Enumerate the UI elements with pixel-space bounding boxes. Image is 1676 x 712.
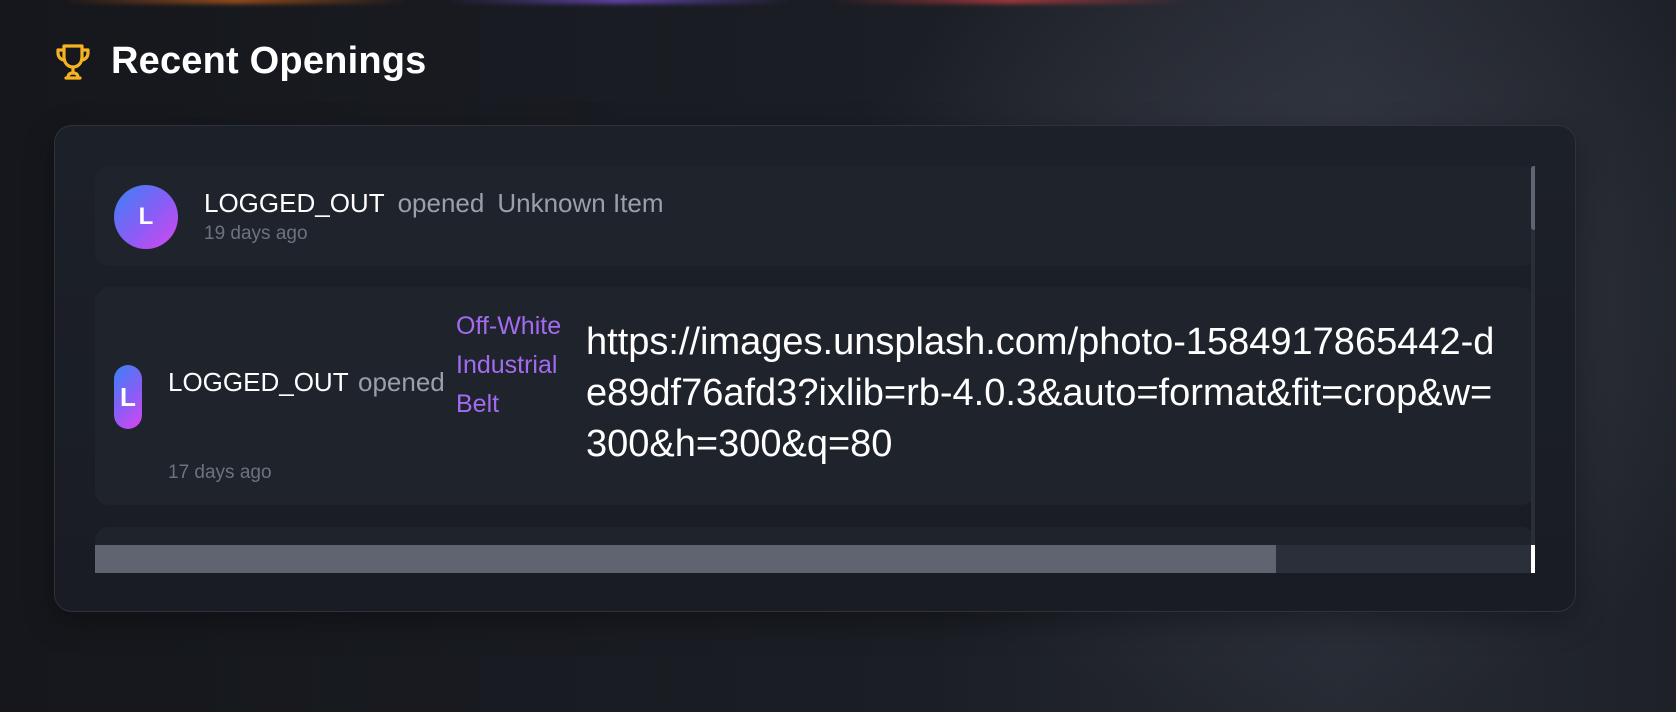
vertical-scrollbar-thumb[interactable] xyxy=(1531,166,1535,230)
trophy-icon xyxy=(56,43,90,80)
page: Recent Openings L LOGGED_OUT opened Unkn… xyxy=(0,0,1676,712)
horizontal-scrollbar-thumb[interactable] xyxy=(95,545,1276,573)
vertical-scrollbar[interactable] xyxy=(1531,166,1535,573)
opening-summary: LOGGED_OUT opened Unknown Item xyxy=(204,188,664,219)
item-image-alt-text: https://images.unsplash.com/photo-158491… xyxy=(586,321,1495,465)
user-name[interactable]: LOGGED_OUT xyxy=(168,367,349,398)
section-header: Recent Openings xyxy=(55,40,427,83)
item-name[interactable]: Off-White Industrial Belt xyxy=(456,307,566,424)
top-card-accent-red xyxy=(830,0,1190,4)
opening-row[interactable]: L LOGGED_OUT opened Off-White Industrial… xyxy=(95,287,1535,505)
avatar: L xyxy=(114,185,178,249)
timestamp: 19 days ago xyxy=(204,223,308,244)
timestamp: 17 days ago xyxy=(168,462,272,483)
top-card-accent-purple xyxy=(445,0,795,4)
user-name[interactable]: LOGGED_OUT xyxy=(204,188,385,219)
openings-feed[interactable]: L LOGGED_OUT opened Unknown Item 19 days… xyxy=(95,166,1535,573)
avatar: L xyxy=(114,365,142,429)
action-verb: opened xyxy=(358,367,445,397)
top-card-accent-orange xyxy=(60,0,410,4)
item-name[interactable]: Unknown Item xyxy=(497,188,663,219)
section-title: Recent Openings xyxy=(111,40,427,82)
horizontal-scrollbar[interactable] xyxy=(95,545,1535,573)
recent-openings-card: L LOGGED_OUT opened Unknown Item 19 days… xyxy=(54,125,1576,612)
opening-row[interactable]: L LOGGED_OUT opened Unknown Item 19 days… xyxy=(95,166,1535,266)
vertical-scrollbar-track xyxy=(1531,166,1535,545)
action-verb: opened xyxy=(397,188,485,218)
